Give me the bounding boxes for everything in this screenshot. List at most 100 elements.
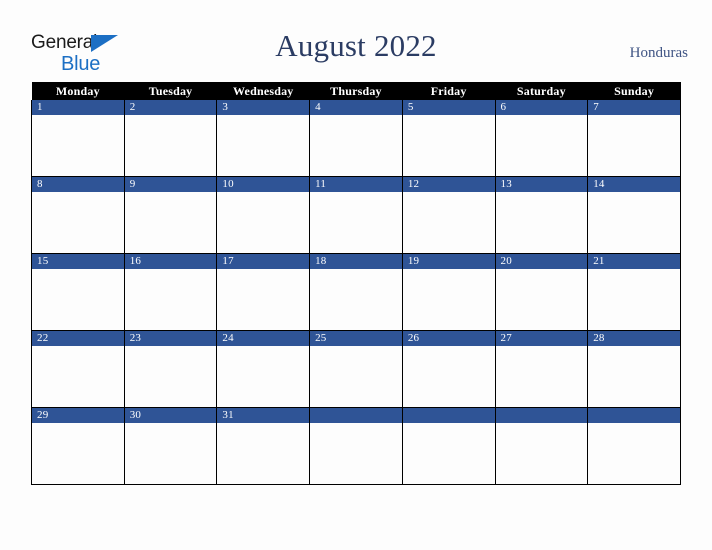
day-cell[interactable]: 23 xyxy=(123,330,218,408)
day-cell[interactable]: 11 xyxy=(309,176,403,254)
day-cell[interactable]: 1 xyxy=(31,100,125,177)
day-cell[interactable]: 14 xyxy=(587,176,681,254)
day-events-area[interactable] xyxy=(32,346,124,407)
day-number: 8 xyxy=(32,177,124,192)
day-cell[interactable]: 10 xyxy=(216,176,311,254)
page-header: General Blue August 2022 Honduras xyxy=(0,0,712,80)
day-events-area[interactable] xyxy=(217,192,310,253)
day-number: 24 xyxy=(217,331,310,346)
calendar-week-row: 15 16 17 18 19 20 21 xyxy=(31,253,681,331)
weekday-header-saturday: Saturday xyxy=(495,82,588,100)
day-number xyxy=(588,408,680,423)
day-number: 31 xyxy=(217,408,310,423)
day-events-area[interactable] xyxy=(310,423,402,484)
day-number: 30 xyxy=(124,408,217,423)
day-cell[interactable]: 3 xyxy=(216,100,311,177)
day-events-area[interactable] xyxy=(217,346,310,407)
day-events-area[interactable] xyxy=(495,115,588,176)
day-events-area[interactable] xyxy=(124,269,217,330)
day-cell[interactable]: 2 xyxy=(123,100,218,177)
calendar-page: General Blue August 2022 Honduras Monday… xyxy=(0,0,712,550)
day-cell[interactable]: 18 xyxy=(309,253,403,331)
day-cell[interactable]: 27 xyxy=(494,330,589,408)
day-number: 27 xyxy=(495,331,588,346)
day-cell[interactable]: 19 xyxy=(401,253,496,331)
day-events-area[interactable] xyxy=(32,423,124,484)
day-events-area[interactable] xyxy=(32,115,124,176)
day-events-area[interactable] xyxy=(495,346,588,407)
day-cell[interactable]: 9 xyxy=(123,176,218,254)
day-cell[interactable]: 8 xyxy=(31,176,125,254)
day-cell[interactable]: 7 xyxy=(587,100,681,177)
day-events-area[interactable] xyxy=(124,192,217,253)
day-events-area[interactable] xyxy=(402,269,495,330)
day-cell[interactable]: 25 xyxy=(309,330,403,408)
day-cell[interactable]: 17 xyxy=(216,253,311,331)
day-events-area[interactable] xyxy=(495,192,588,253)
day-cell[interactable]: 29 xyxy=(31,407,125,485)
day-events-area[interactable] xyxy=(588,269,680,330)
day-events-area[interactable] xyxy=(495,269,588,330)
day-events-area[interactable] xyxy=(402,115,495,176)
day-events-area[interactable] xyxy=(402,346,495,407)
day-events-area[interactable] xyxy=(495,423,588,484)
day-events-area[interactable] xyxy=(124,115,217,176)
weekday-header-thursday: Thursday xyxy=(309,82,403,100)
day-cell[interactable]: 22 xyxy=(31,330,125,408)
day-number xyxy=(402,408,495,423)
day-events-area[interactable] xyxy=(32,269,124,330)
day-events-area[interactable] xyxy=(588,115,680,176)
day-cell[interactable]: 15 xyxy=(31,253,125,331)
day-events-area[interactable] xyxy=(310,269,402,330)
day-cell[interactable]: 13 xyxy=(494,176,589,254)
day-events-area[interactable] xyxy=(310,346,402,407)
day-events-area[interactable] xyxy=(124,423,217,484)
day-events-area[interactable] xyxy=(402,423,495,484)
day-events-area[interactable] xyxy=(588,346,680,407)
day-number xyxy=(495,408,588,423)
day-cell[interactable] xyxy=(587,407,681,485)
day-number: 23 xyxy=(124,331,217,346)
day-events-area[interactable] xyxy=(588,192,680,253)
day-number: 3 xyxy=(217,100,310,115)
day-cell[interactable]: 16 xyxy=(123,253,218,331)
day-events-area[interactable] xyxy=(217,115,310,176)
day-cell[interactable]: 26 xyxy=(401,330,496,408)
day-cell[interactable]: 24 xyxy=(216,330,311,408)
day-number: 11 xyxy=(310,177,402,192)
calendar-week-row: 22 23 24 25 26 27 28 xyxy=(31,330,681,408)
calendar-week-row: 8 9 10 11 12 13 14 xyxy=(31,176,681,254)
day-number: 16 xyxy=(124,254,217,269)
day-events-area[interactable] xyxy=(588,423,680,484)
day-number: 4 xyxy=(310,100,402,115)
day-cell[interactable]: 28 xyxy=(587,330,681,408)
day-cell[interactable] xyxy=(401,407,496,485)
day-cell[interactable]: 20 xyxy=(494,253,589,331)
day-events-area[interactable] xyxy=(217,423,310,484)
day-cell[interactable]: 6 xyxy=(494,100,589,177)
day-number: 5 xyxy=(402,100,495,115)
day-cell[interactable]: 12 xyxy=(401,176,496,254)
day-number: 7 xyxy=(588,100,680,115)
day-cell[interactable]: 31 xyxy=(216,407,311,485)
day-cell[interactable]: 4 xyxy=(309,100,403,177)
day-cell[interactable]: 5 xyxy=(401,100,496,177)
day-number: 1 xyxy=(32,100,124,115)
day-events-area[interactable] xyxy=(310,115,402,176)
day-events-area[interactable] xyxy=(124,346,217,407)
day-cell[interactable] xyxy=(494,407,589,485)
country-label: Honduras xyxy=(629,45,688,61)
day-number: 15 xyxy=(32,254,124,269)
day-number: 6 xyxy=(495,100,588,115)
day-events-area[interactable] xyxy=(217,269,310,330)
day-cell[interactable]: 21 xyxy=(587,253,681,331)
weekday-header-wednesday: Wednesday xyxy=(216,82,310,100)
day-events-area[interactable] xyxy=(402,192,495,253)
day-number: 18 xyxy=(310,254,402,269)
weekday-header-row: Monday Tuesday Wednesday Thursday Friday… xyxy=(31,82,681,100)
day-cell[interactable]: 30 xyxy=(123,407,218,485)
day-cell[interactable] xyxy=(309,407,403,485)
day-number: 12 xyxy=(402,177,495,192)
day-events-area[interactable] xyxy=(310,192,402,253)
day-events-area[interactable] xyxy=(32,192,124,253)
